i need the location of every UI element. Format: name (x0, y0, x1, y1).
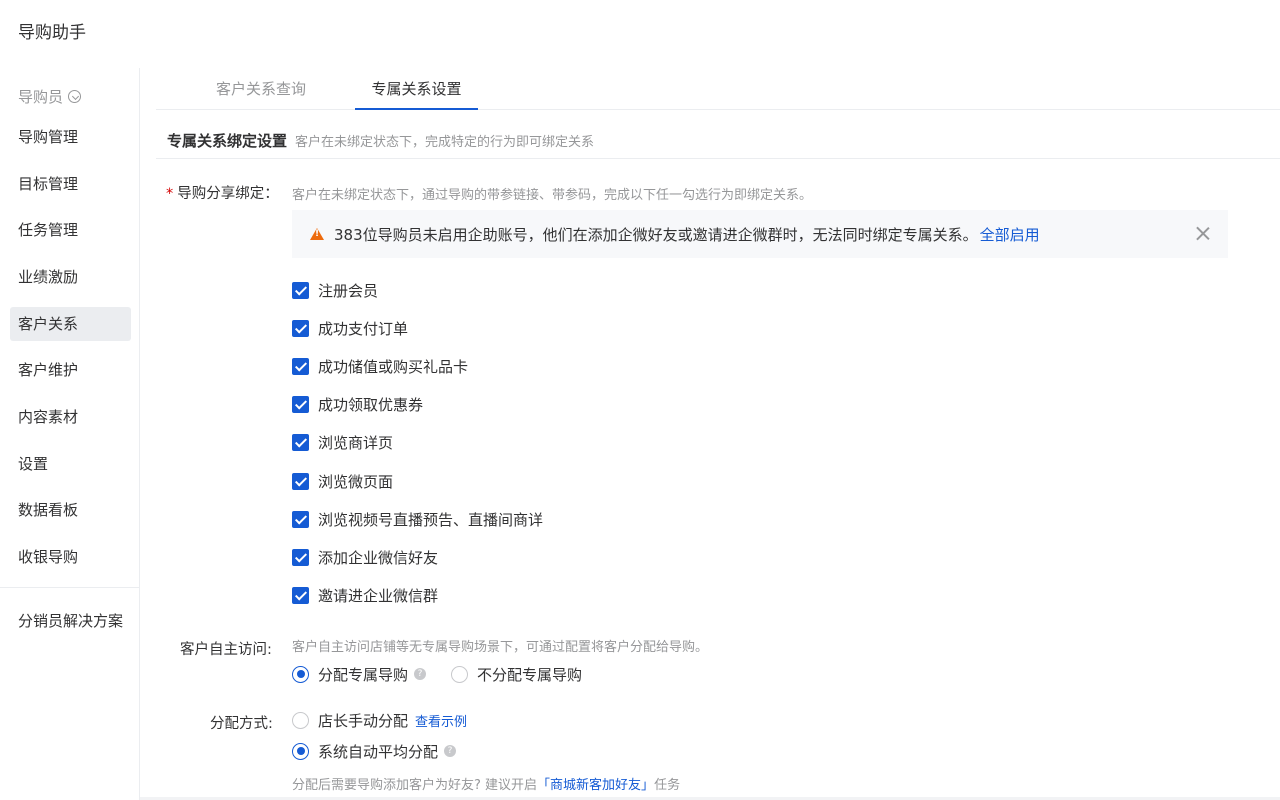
sidebar-item-target-management[interactable]: 目标管理 (10, 167, 131, 201)
checkbox-browse-product-detail[interactable]: 浏览商详页 (292, 432, 393, 452)
tab-exclusive-relation-settings[interactable]: 专属关系设置 (355, 68, 478, 110)
checkbox-checked-icon[interactable] (292, 548, 309, 566)
radio-no-exclusive-guide[interactable]: 不分配专属导购 (451, 664, 582, 684)
chevron-down-icon (68, 90, 82, 103)
tab-customer-relation-query[interactable]: 客户关系查询 (216, 68, 306, 110)
checkbox-label: 浏览视频号直播预告、直播间商详 (318, 510, 544, 529)
sidebar-item-guide-management[interactable]: 导购管理 (10, 120, 131, 154)
close-icon[interactable] (1196, 226, 1210, 240)
self-visit-help: 客户自主访问店铺等无专属导购场景下，可通过配置将客户分配给导购。 (292, 640, 709, 655)
help-question-icon[interactable]: ? (444, 745, 457, 757)
checkbox-checked-icon[interactable] (292, 357, 309, 375)
checkbox-checked-icon[interactable] (292, 281, 309, 299)
checkbox-checked-icon[interactable] (292, 433, 309, 451)
sidebar-item-customer-relation[interactable]: 客户关系 (10, 307, 131, 341)
share-binding-help: 客户在未绑定状态下，通过导购的带参链接、带参码，完成以下任一勾选行为即绑定关系。 (292, 188, 813, 203)
assign-method-label: 分配方式: (210, 716, 273, 732)
radio-label: 不分配专属导购 (477, 665, 583, 684)
checkbox-browse-micro-page[interactable]: 浏览微页面 (292, 471, 393, 491)
radio-label: 分配专属导购 (318, 665, 409, 684)
tip-suffix: 任务 (654, 778, 681, 793)
checkbox-browse-live[interactable]: 浏览视频号直播预告、直播间商详 (292, 509, 543, 529)
checkbox-register-member[interactable]: 注册会员 (292, 280, 378, 300)
sidebar-item-cashier-guide[interactable]: 收银导购 (10, 540, 131, 574)
radio-unselected-icon[interactable] (451, 665, 468, 683)
sidebar-item-distributor-solution[interactable]: 分销员解决方案 (10, 604, 131, 638)
enable-all-link[interactable]: 全部启用 (980, 224, 1040, 245)
tip-prefix: 分配后需要导购添加客户为好友? 建议开启 (292, 778, 538, 793)
app-title: 导购助手 (18, 23, 86, 43)
sidebar-item-task-management[interactable]: 任务管理 (10, 213, 131, 247)
sidebar-item-content-materials[interactable]: 内容素材 (10, 400, 131, 434)
checkbox-checked-icon[interactable] (292, 395, 309, 413)
checkbox-label: 成功储值或购买礼品卡 (318, 357, 469, 376)
radio-label: 系统自动平均分配 (318, 742, 439, 761)
section-title: 专属关系绑定设置 (167, 131, 288, 150)
checkbox-checked-icon[interactable] (292, 510, 309, 528)
checkbox-recharge-giftcard[interactable]: 成功储值或购买礼品卡 (292, 356, 468, 376)
share-binding-label: * 导购分享绑定： (166, 186, 279, 202)
radio-selected-icon[interactable] (292, 742, 309, 760)
radio-label: 店长手动分配 (318, 711, 409, 730)
warning-notice: 383位导购员未启用企助账号，他们在添加企微好友或邀请进企微群时，无法同时绑定专… (292, 210, 1228, 258)
notice-text: 383位导购员未启用企助账号，他们在添加企微好友或邀请进企微群时，无法同时绑定专… (334, 225, 978, 244)
radio-manager-manual-assign[interactable]: 店长手动分配 查看示例 (292, 710, 467, 730)
sidebar-item-settings[interactable]: 设置 (10, 447, 131, 481)
radio-unselected-icon[interactable] (292, 711, 309, 729)
section-description: 客户在未绑定状态下，完成特定的行为即可绑定关系 (295, 134, 595, 150)
checkbox-label: 注册会员 (318, 281, 379, 300)
checkbox-label: 浏览微页面 (318, 472, 394, 491)
nav-group-guide[interactable]: 导购员 (18, 86, 82, 107)
checkbox-checked-icon[interactable] (292, 472, 309, 490)
view-example-link[interactable]: 查看示例 (415, 711, 467, 730)
nav-group-label: 导购员 (18, 88, 64, 106)
sidebar: 导购员 导购管理 目标管理 任务管理 业绩激励 客户关系 客户维护 内容素材 设… (0, 68, 140, 800)
new-customer-friend-task-link[interactable]: 「商城新客加好友」 (537, 778, 654, 793)
warning-icon (310, 228, 324, 240)
sidebar-divider (0, 587, 139, 588)
checkbox-receive-coupon[interactable]: 成功领取优惠券 (292, 394, 423, 414)
checkbox-label: 成功领取优惠券 (318, 395, 424, 414)
checkbox-checked-icon[interactable] (292, 586, 309, 604)
checkbox-label: 成功支付订单 (318, 319, 409, 338)
sidebar-item-customer-maintenance[interactable]: 客户维护 (10, 353, 131, 387)
radio-assign-exclusive-guide[interactable]: 分配专属导购 ? (292, 664, 427, 684)
checkbox-pay-order[interactable]: 成功支付订单 (292, 318, 408, 338)
checkbox-label: 添加企业微信好友 (318, 548, 439, 567)
help-question-icon[interactable]: ? (414, 668, 427, 680)
required-asterisk: * (166, 186, 174, 202)
checkbox-label: 邀请进企业微信群 (318, 586, 439, 605)
radio-system-auto-assign[interactable]: 系统自动平均分配 ? (292, 741, 457, 761)
self-visit-label: 客户自主访问: (180, 642, 272, 658)
checkbox-invite-wecom-group[interactable]: 邀请进企业微信群 (292, 585, 438, 605)
assign-tip: 分配后需要导购添加客户为好友? 建议开启「商城新客加好友」任务 (292, 774, 680, 793)
section-header: 专属关系绑定设置 客户在未绑定状态下，完成特定的行为即可绑定关系 (156, 122, 1280, 159)
tab-bar: 客户关系查询 专属关系设置 (156, 68, 1280, 110)
sidebar-item-performance-incentive[interactable]: 业绩激励 (10, 260, 131, 294)
checkbox-label: 浏览商详页 (318, 433, 394, 452)
checkbox-checked-icon[interactable] (292, 319, 309, 337)
checkbox-add-wecom-friend[interactable]: 添加企业微信好友 (292, 547, 438, 567)
sidebar-item-data-board[interactable]: 数据看板 (10, 493, 131, 527)
radio-selected-icon[interactable] (292, 665, 309, 683)
